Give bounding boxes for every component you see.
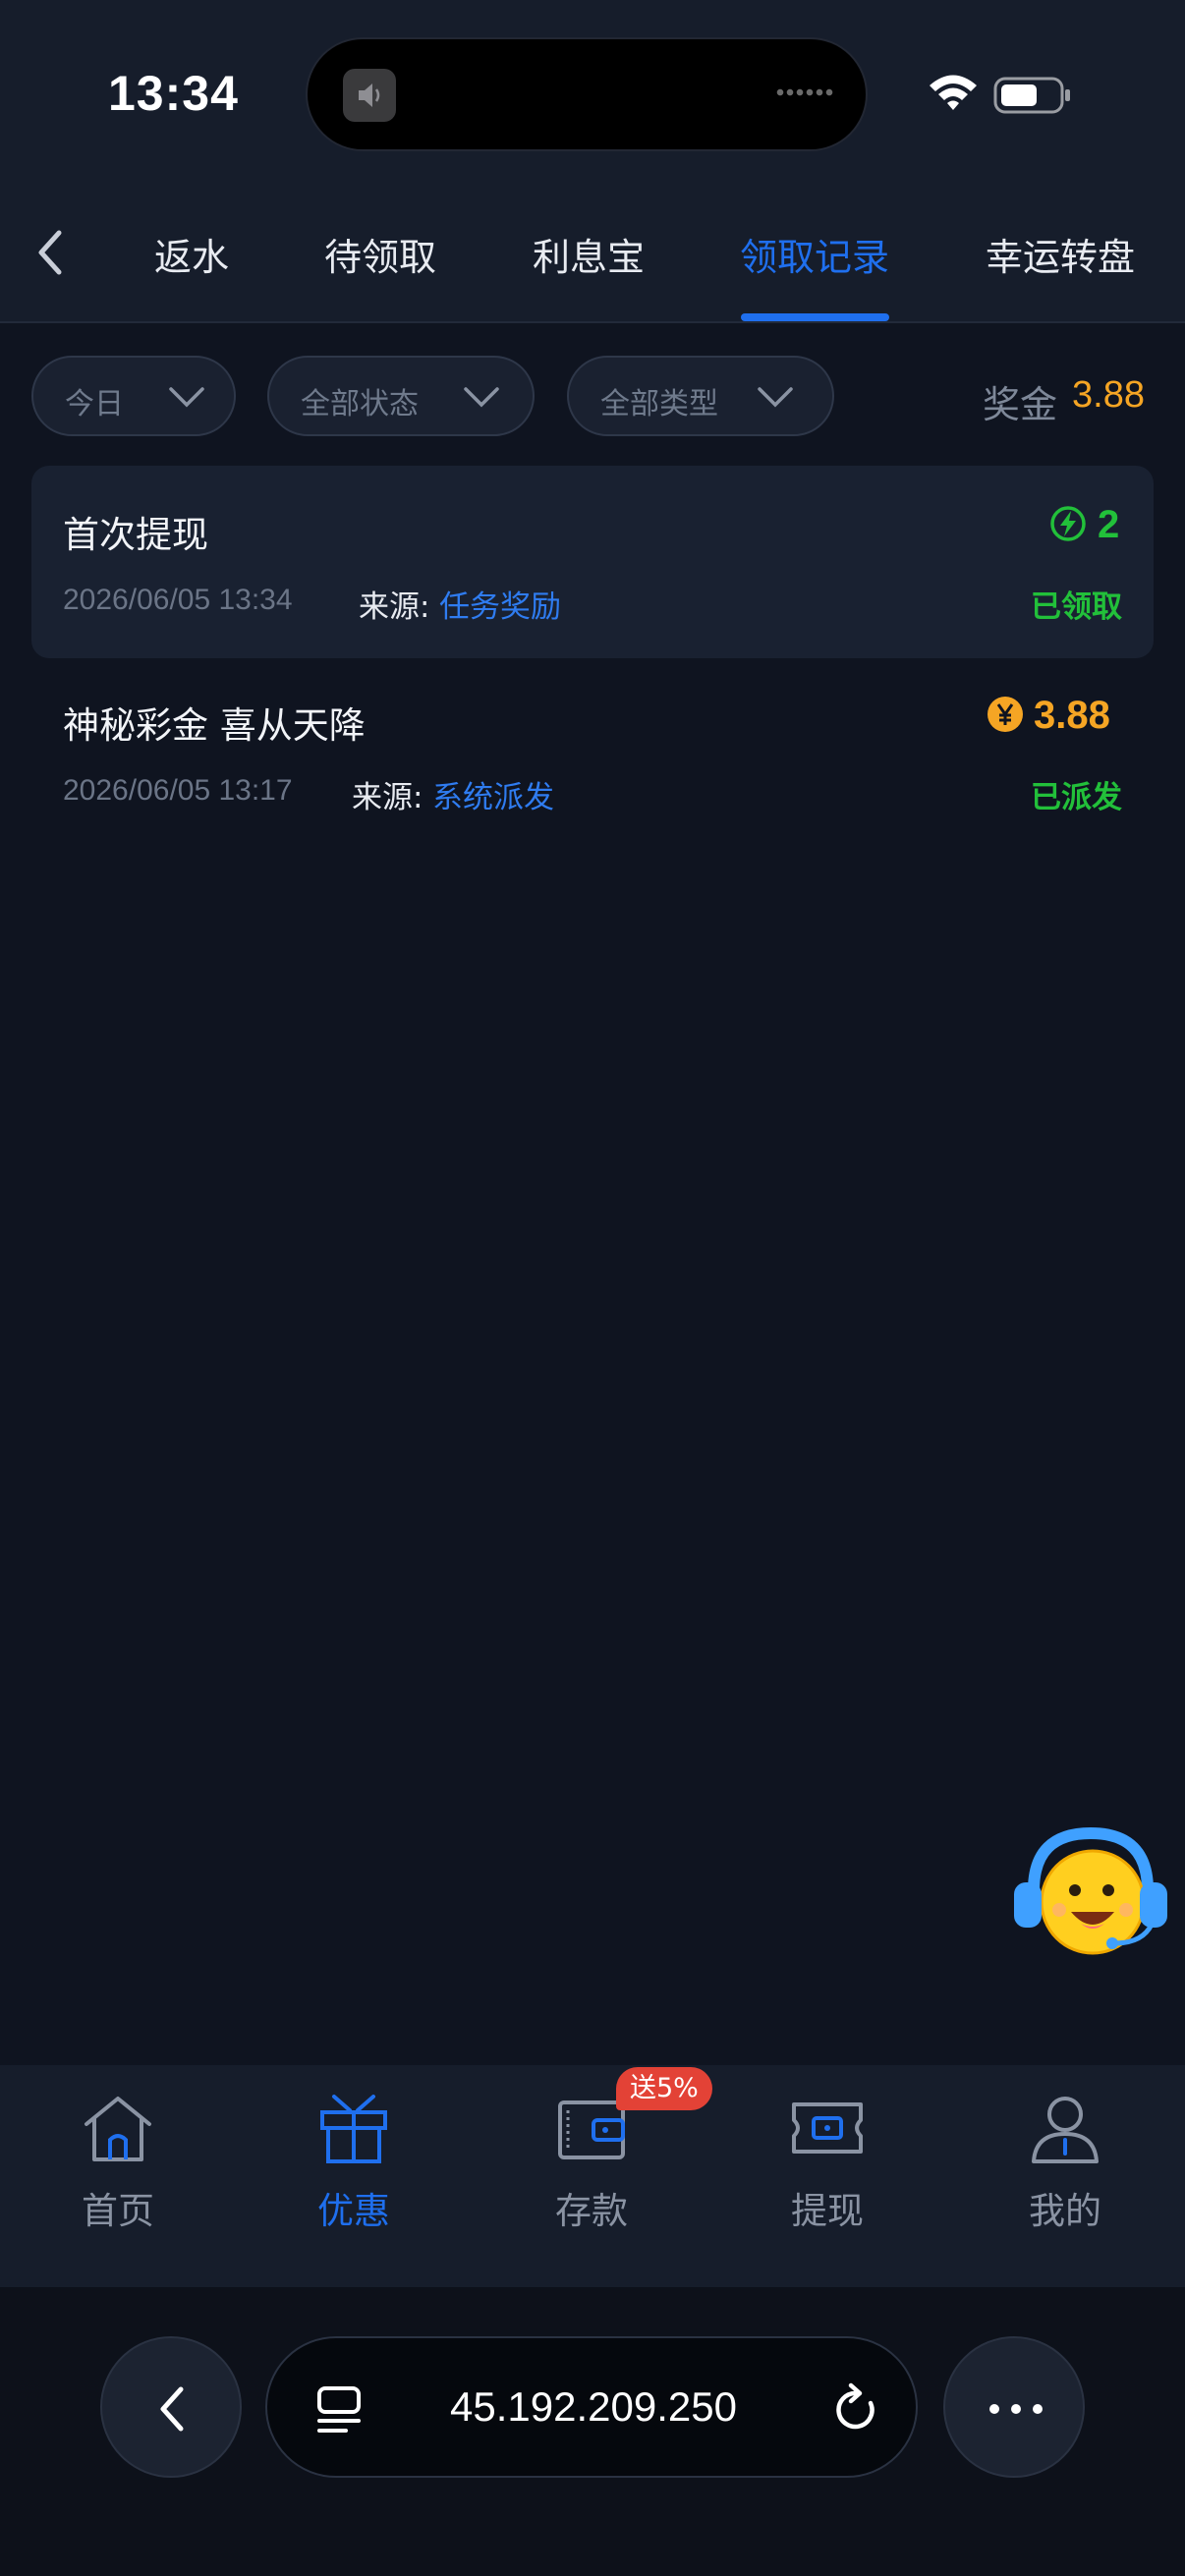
bonus-label: 奖金 [983,383,1058,426]
more-dots-icon [989,2404,1043,2414]
date-filter-label: 今日 [65,387,124,421]
type-filter-label: 全部类型 [600,387,718,421]
tab-rebate[interactable]: 返水 [154,227,229,281]
lightning-coin-icon [1050,506,1086,541]
bonus-value: 3.88 [1072,374,1145,416]
record-source-label: 来源: [359,589,430,625]
url-text: 45.192.209.250 [450,2383,737,2430]
nav-label: 优惠 [317,2190,390,2232]
gift-icon [320,2095,387,2163]
camera-dots-icon [775,88,834,96]
speaker-icon [343,69,396,122]
nav-withdraw[interactable]: 提现 [729,2065,926,2287]
deposit-promo-badge: 送5% [616,2067,712,2110]
tab-bar: 返水 待领取 利息宝 领取记录 幸运转盘 [0,182,1185,323]
battery-icon [993,77,1070,114]
dynamic-island [306,37,868,151]
nav-promotions[interactable]: 优惠 [255,2065,452,2287]
record-item[interactable]: 首次提现 2 2026/06/05 13:34 来源: 任务奖励 已领取 [31,466,1154,658]
nav-profile[interactable]: 我的 [967,2065,1163,2287]
record-status: 已派发 [1031,780,1122,815]
browser-more-button[interactable] [943,2336,1085,2478]
active-tab-indicator [741,313,889,321]
record-amount: 3.88 [1034,694,1110,737]
record-item[interactable]: 神秘彩金 喜从天降 3.88 2026/06/05 13:17 来源: 系统派发… [31,656,1154,849]
browser-toolbar: 45.192.209.250 [0,2287,1185,2576]
address-bar[interactable]: 45.192.209.250 [265,2336,918,2478]
status-filter[interactable]: 全部状态 [267,356,535,436]
nav-label: 我的 [1029,2190,1101,2232]
reload-icon[interactable] [831,2381,880,2436]
wifi-icon [930,75,977,110]
tab-claim-records[interactable]: 领取记录 [740,227,889,281]
tab-pending[interactable]: 待领取 [324,227,436,281]
yen-coin-icon [988,697,1023,732]
browser-back-button[interactable] [100,2336,242,2478]
bottom-nav: 首页 优惠 存款 提现 我的 [0,2065,1185,2287]
type-filter[interactable]: 全部类型 [567,356,834,436]
chevron-down-icon [464,387,499,408]
record-title: 首次提现 [63,514,208,556]
nav-label: 提现 [791,2190,864,2232]
back-arrow-icon[interactable] [29,221,73,284]
nav-label: 存款 [555,2190,628,2232]
customer-service-mascot-icon[interactable] [1008,1827,1173,1955]
record-status: 已领取 [1031,589,1122,625]
tab-lucky-wheel[interactable]: 幸运转盘 [986,227,1135,281]
record-source-label: 来源: [352,780,423,815]
home-icon [85,2097,151,2161]
chevron-down-icon [169,387,204,408]
nav-label: 首页 [82,2190,154,2232]
nav-home[interactable]: 首页 [20,2065,216,2287]
record-date: 2026/06/05 13:34 [63,584,293,616]
record-source: 系统派发 [432,780,554,815]
status-filter-label: 全部状态 [301,387,419,421]
chevron-left-icon [160,2386,184,2432]
record-source: 任务奖励 [439,589,561,625]
date-filter[interactable]: 今日 [31,356,236,436]
status-time: 13:34 [108,66,239,121]
ticket-icon [792,2102,863,2154]
user-icon [1032,2097,1099,2163]
record-title: 神秘彩金 喜从天降 [63,704,366,747]
record-date: 2026/06/05 13:17 [63,774,293,807]
record-amount: 2 [1098,503,1120,546]
tab-interest[interactable]: 利息宝 [533,227,645,281]
status-bar: 13:34 [0,0,1185,182]
chevron-down-icon [758,387,793,408]
